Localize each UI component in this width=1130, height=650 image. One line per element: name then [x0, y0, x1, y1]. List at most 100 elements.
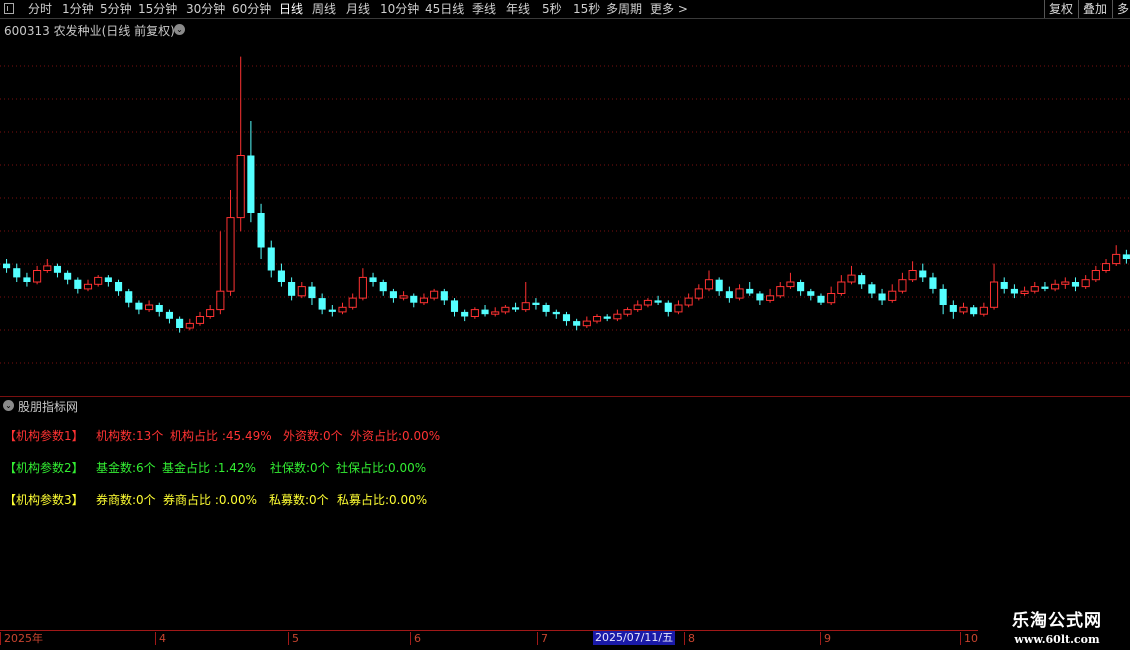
candle: [827, 286, 836, 305]
candle-body: [74, 279, 82, 289]
indicator-title: 股朋指标网: [18, 400, 79, 414]
indicator-value: 券商占比 :0.00%: [163, 493, 257, 507]
candle-body: [165, 311, 174, 319]
period-tab[interactable]: 年线: [506, 1, 530, 17]
candle: [104, 275, 112, 287]
candle-body: [247, 155, 255, 213]
candle-body: [135, 302, 143, 310]
candle-body: [878, 293, 886, 301]
indicator-value: 机构占比 :45.49%: [170, 429, 272, 443]
candle-body: [430, 290, 439, 299]
candle-body: [236, 155, 245, 219]
candle: [277, 263, 285, 287]
candle-body: [542, 305, 550, 312]
current-date-label: 2025/07/11/五: [593, 631, 676, 645]
candle-body: [858, 275, 866, 285]
candle-body: [288, 282, 296, 296]
period-tab[interactable]: 15分钟: [138, 1, 177, 17]
candle-body: [318, 298, 326, 310]
fuquan-button[interactable]: 复权: [1044, 0, 1077, 18]
candle: [532, 298, 540, 310]
candle-body: [837, 281, 846, 294]
period-tab[interactable]: 30分钟: [186, 1, 225, 17]
period-tab[interactable]: 1分钟: [62, 1, 94, 17]
candle: [797, 279, 805, 296]
candle-body: [297, 286, 306, 297]
period-tab[interactable]: 45日线: [425, 1, 464, 17]
candle-body: [888, 290, 897, 301]
period-tab[interactable]: 月线: [346, 1, 370, 17]
candle: [114, 279, 123, 296]
period-tab[interactable]: 10分钟: [380, 1, 419, 17]
candle: [64, 270, 72, 285]
candle-body: [33, 270, 42, 283]
candle-body: [623, 309, 632, 315]
candle: [725, 286, 733, 303]
candle-body: [1081, 279, 1090, 288]
candle-body: [827, 293, 836, 304]
candle: [135, 300, 143, 315]
candle: [1061, 277, 1070, 289]
candle: [288, 277, 296, 301]
candle: [145, 300, 154, 312]
candle: [247, 121, 255, 223]
window-icon[interactable]: [4, 3, 14, 14]
period-tab[interactable]: 多周期: [606, 1, 642, 17]
candle: [1122, 249, 1130, 264]
candle-body: [176, 318, 184, 328]
candle: [1071, 277, 1080, 292]
period-tab[interactable]: 日线: [279, 1, 303, 17]
indicator-value: 社保占比:0.00%: [336, 461, 427, 475]
candle: [195, 311, 205, 326]
candle: [603, 314, 611, 322]
candle-body: [470, 309, 479, 318]
indicator-value: 基金占比 :1.42%: [162, 461, 256, 475]
candle: [959, 302, 968, 315]
period-tab[interactable]: 季线: [472, 1, 496, 17]
period-tab[interactable]: 60分钟: [232, 1, 271, 17]
candle: [694, 284, 703, 301]
candle: [338, 302, 347, 315]
period-tab[interactable]: 5秒: [542, 1, 562, 17]
candle: [735, 284, 744, 301]
candle-body: [715, 279, 723, 292]
chevron-down-icon[interactable]: ⌄: [3, 400, 14, 411]
period-tab[interactable]: 5分钟: [100, 1, 132, 17]
chevron-down-icon[interactable]: ⌄: [174, 24, 185, 35]
candle: [939, 284, 947, 315]
period-tab[interactable]: 周线: [312, 1, 336, 17]
candle: [786, 272, 795, 289]
overlay-button[interactable]: 叠加: [1078, 0, 1111, 18]
candle: [1051, 279, 1060, 292]
candle: [1041, 282, 1049, 292]
period-tab[interactable]: 更多 >: [650, 1, 688, 17]
axis-label-month: 8: [684, 632, 695, 645]
axis-label-month: 7: [537, 632, 548, 645]
candle: [389, 288, 397, 303]
candle: [1000, 277, 1008, 294]
candle: [613, 309, 622, 322]
candle-body: [369, 277, 377, 282]
chart-title: 600313 农发种业(日线 前复权): [4, 24, 175, 38]
indicator-value: 机构数:13个: [96, 429, 164, 443]
candlestick-chart: [0, 56, 1130, 364]
candle-body: [1010, 288, 1018, 294]
indicator-value: 外资占比:0.00%: [350, 429, 441, 443]
candle: [1081, 275, 1090, 289]
candle: [888, 284, 897, 303]
candle-body: [939, 288, 947, 305]
candle-body: [654, 300, 662, 303]
period-tab[interactable]: 分时: [28, 1, 52, 17]
candle-body: [1061, 281, 1070, 285]
axis-label-month: 5: [288, 632, 299, 645]
more-right-button[interactable]: 多: [1112, 0, 1130, 18]
candle: [369, 272, 377, 287]
candle-body: [908, 270, 917, 281]
candle-body: [216, 290, 225, 311]
period-tab[interactable]: 15秒: [573, 1, 600, 17]
candle-body: [704, 279, 714, 290]
candle-body: [64, 272, 72, 280]
candle: [450, 298, 459, 317]
candle-body: [592, 316, 602, 322]
candle-body: [389, 291, 397, 299]
